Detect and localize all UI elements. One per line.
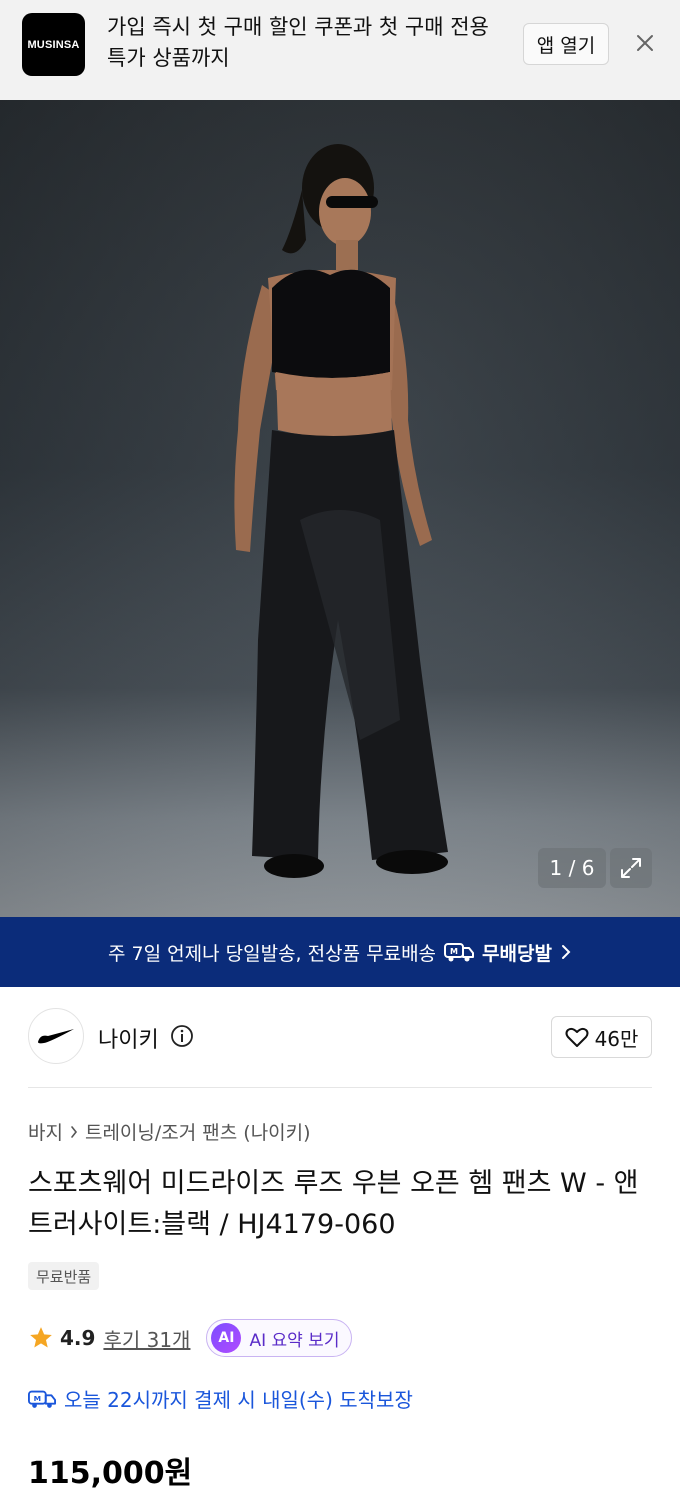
truck-icon: M — [28, 1390, 56, 1408]
rating-score: 4.9 — [60, 1326, 96, 1350]
review-count-link[interactable]: 후기 31개 — [103, 1324, 190, 1353]
free-return-badge: 무료반품 — [28, 1262, 100, 1290]
like-button[interactable]: 46만 — [551, 1016, 652, 1058]
product-image-gallery[interactable]: 1 / 6 — [0, 100, 680, 917]
breadcrumb: 바지 트레이닝/조거 팬츠 (나이키) — [28, 1118, 311, 1145]
rating-row: 4.9 후기 31개 AI AI 요약 보기 — [28, 1318, 353, 1358]
arrival-guarantee[interactable]: M 오늘 22시까지 결제 시 내일(수) 도착보장 — [28, 1384, 413, 1413]
like-count: 46만 — [594, 1026, 639, 1051]
svg-text:M: M — [34, 1393, 41, 1402]
breadcrumb-item-category[interactable]: 트레이닝/조거 팬츠 (나이키) — [85, 1118, 311, 1145]
heart-icon — [565, 1027, 589, 1047]
ai-icon: AI — [211, 1323, 242, 1353]
brand-name[interactable]: 나이키 — [98, 1022, 159, 1054]
model-photo — [234, 144, 448, 878]
close-icon[interactable] — [632, 30, 658, 56]
app-install-banner: MUSINSA 가입 즉시 첫 구매 할인 쿠폰과 첫 구매 전용 특가 상품까… — [0, 0, 680, 100]
image-counter: 1 / 6 — [538, 848, 606, 888]
expand-button[interactable] — [610, 848, 652, 888]
info-icon[interactable] — [170, 1024, 194, 1048]
nike-swoosh-icon — [38, 1029, 74, 1044]
delivery-brand-label: 무배당발 — [482, 942, 552, 965]
chevron-right-icon — [71, 1125, 77, 1138]
product-price: 115,000원 — [28, 1456, 193, 1491]
brand-logo[interactable] — [28, 1008, 84, 1064]
breadcrumb-item-pants[interactable]: 바지 — [28, 1118, 63, 1145]
ai-summary-button[interactable]: AI AI 요약 보기 — [206, 1319, 353, 1357]
expand-icon — [621, 858, 641, 878]
delivery-promo-strip[interactable]: 주 7일 언제나 당일발송, 전상품 무료배송 M 무배당발 — [0, 917, 680, 987]
arrival-text: 오늘 22시까지 결제 시 내일(수) 도착보장 — [64, 1388, 413, 1412]
star-icon — [30, 1327, 52, 1348]
product-title: 스포츠웨어 미드라이즈 루즈 우븐 오픈 헴 팬츠 W - 앤트러사이트:블랙 … — [28, 1168, 639, 1240]
svg-text:M: M — [450, 947, 458, 956]
brand-row: 나이키 46만 — [28, 1008, 652, 1066]
ai-summary-label: AI 요약 보기 — [249, 1330, 340, 1351]
delivery-promo-text: 주 7일 언제나 당일발송, 전상품 무료배송 — [108, 942, 437, 965]
truck-icon: M — [444, 943, 475, 962]
musinsa-logo: MUSINSA — [22, 13, 85, 76]
banner-message: 가입 즉시 첫 구매 할인 쿠폰과 첫 구매 전용 특가 상품까지 — [107, 15, 489, 70]
open-app-button[interactable]: 앱 열기 — [523, 23, 609, 65]
chevron-right-icon — [561, 945, 571, 959]
divider — [28, 1087, 652, 1088]
